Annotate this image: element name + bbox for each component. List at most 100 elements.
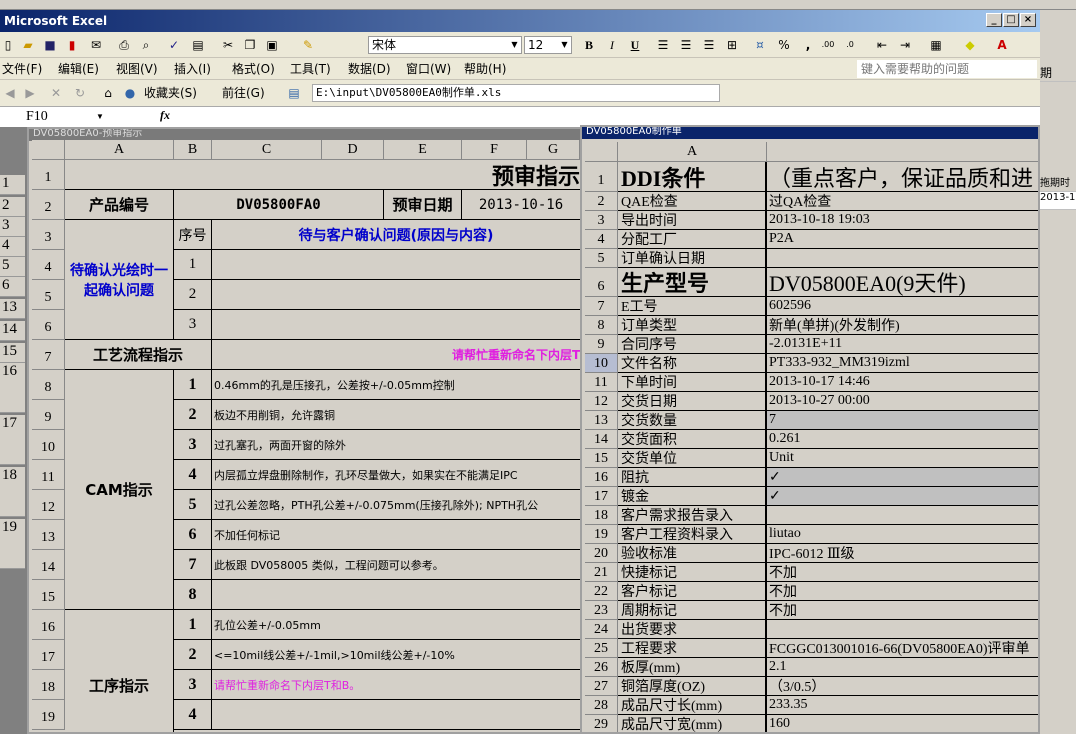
home-icon[interactable]: ⌂ (100, 85, 116, 101)
italic-button[interactable]: I (604, 37, 620, 53)
product-code-label[interactable]: 产品编号 (65, 190, 174, 220)
field-value[interactable] (767, 249, 1038, 268)
field-value[interactable]: 不加 (767, 601, 1038, 620)
field-label[interactable]: 成品尺寸宽(mm) (618, 715, 767, 732)
cam-item-text[interactable]: 此板跟 DV058005 类似，工程问题可以参考。 (212, 550, 580, 580)
cam-item-text[interactable]: 过孔公差忽略，PTH孔公差+/-0.075mm(压接孔除外); NPTH孔公 (212, 490, 580, 520)
field-value[interactable] (767, 620, 1038, 639)
menu-edit[interactable]: 编辑(E) (58, 61, 99, 77)
process-item-text[interactable]: <=10mil线公差+/-1mil,>10mil线公差+/-10% (212, 640, 580, 670)
row-header-11[interactable]: 11 (32, 460, 65, 490)
row-header-23[interactable]: 23 (585, 601, 618, 620)
row-header-7[interactable]: 7 (585, 297, 618, 316)
new-icon[interactable]: ▯ (0, 37, 16, 53)
row-header-3[interactable]: 3 (32, 220, 65, 250)
cam-item-number[interactable]: 3 (174, 430, 212, 460)
column-header-C[interactable]: C (212, 140, 322, 160)
increase-decimal-button[interactable]: .00 (820, 37, 836, 53)
row-header-28[interactable]: 28 (585, 696, 618, 715)
stop-icon[interactable]: ✕ (48, 85, 64, 101)
confirm-group-label[interactable]: 待确认光绘时一起确认问题 (65, 220, 174, 340)
row-header-13[interactable]: 13 (585, 411, 618, 430)
align-right-icon[interactable]: ☰ (701, 37, 717, 53)
field-value[interactable]: 2.1 (767, 658, 1038, 677)
refresh-icon[interactable]: ↻ (72, 85, 88, 101)
increase-indent-icon[interactable]: ⇥ (897, 37, 913, 53)
column-header-B[interactable] (767, 142, 1038, 162)
field-label[interactable]: 分配工厂 (618, 230, 767, 249)
field-label[interactable]: 交货单位 (618, 449, 767, 468)
spelling-icon[interactable]: ✓ (166, 37, 182, 53)
row-header-6[interactable]: 6 (585, 268, 618, 297)
bold-button[interactable]: B (581, 37, 597, 53)
field-value[interactable]: liutao (767, 525, 1038, 544)
field-value[interactable]: （重点客户，保证品质和进 (767, 162, 1038, 192)
cam-item-text[interactable]: 内层孤立焊盘删除制作，孔环尽量做大，如果实在不能满足IPC (212, 460, 580, 490)
field-label[interactable]: 下单时间 (618, 373, 767, 392)
confirm-item-number[interactable]: 2 (174, 280, 212, 310)
field-value[interactable]: 2013-10-27 00:00 (767, 392, 1038, 411)
process-item-text[interactable]: 孔位公差+/-0.05mm (212, 610, 580, 640)
field-value[interactable]: 0.261 (767, 430, 1038, 449)
field-label[interactable]: 客户需求报告录入 (618, 506, 767, 525)
confirm-issues-header[interactable]: 待与客户确认问题(原因与内容) (212, 220, 580, 250)
row-header-19[interactable]: 19 (32, 700, 65, 730)
cam-item-text[interactable] (212, 580, 580, 610)
row-header-12[interactable]: 12 (32, 490, 65, 520)
row-header-4[interactable]: 4 (32, 250, 65, 280)
process-item-text[interactable]: 请帮忙重新命名下内层T和B。 (212, 670, 580, 700)
row-header-11[interactable]: 11 (585, 373, 618, 392)
field-label[interactable]: 周期标记 (618, 601, 767, 620)
close-button[interactable]: × (1020, 13, 1036, 27)
menu-tools[interactable]: 工具(T) (290, 61, 331, 77)
field-label[interactable]: 成品尺寸长(mm) (618, 696, 767, 715)
field-label[interactable]: 文件名称 (618, 354, 767, 373)
confirm-item-number[interactable]: 1 (174, 250, 212, 280)
field-value[interactable]: DV05800EA0(9天件) (767, 268, 1038, 297)
merge-center-icon[interactable]: ⊞ (724, 37, 740, 53)
field-label[interactable]: 板厚(mm) (618, 658, 767, 677)
menu-file[interactable]: 文件(F) (2, 61, 42, 77)
fx-icon[interactable]: fx (160, 108, 170, 123)
percent-button[interactable]: % (776, 37, 792, 53)
column-header-G[interactable]: G (527, 140, 580, 160)
field-label[interactable]: 出货要求 (618, 620, 767, 639)
copy-icon[interactable]: ❐ (242, 37, 258, 53)
row-header-24[interactable]: 24 (585, 620, 618, 639)
help-search-input[interactable]: 键入需要帮助的问题 (857, 60, 1037, 78)
field-value[interactable]: ✓ (767, 487, 1038, 506)
column-header-A[interactable]: A (65, 140, 174, 160)
field-value[interactable]: 602596 (767, 297, 1038, 316)
row-header-21[interactable]: 21 (585, 563, 618, 582)
process-flow-note[interactable]: 请帮忙重新命名下内层T和B。 (212, 340, 580, 370)
row-header-27[interactable]: 27 (585, 677, 618, 696)
row-header-6[interactable]: 6 (32, 310, 65, 340)
field-label[interactable]: 订单类型 (618, 316, 767, 335)
row-header-17[interactable]: 17 (585, 487, 618, 506)
menu-view[interactable]: 视图(V) (116, 61, 158, 77)
cam-item-number[interactable]: 8 (174, 580, 212, 610)
borders-icon[interactable]: ▦ (928, 37, 944, 53)
field-value[interactable]: 2013-10-17 14:46 (767, 373, 1038, 392)
select-all-corner[interactable] (32, 140, 65, 160)
search-web-icon[interactable]: ● (122, 85, 138, 101)
permission-icon[interactable]: ▮ (64, 37, 80, 53)
field-value[interactable]: Unit (767, 449, 1038, 468)
confirm-item-content[interactable] (212, 280, 580, 310)
menu-insert[interactable]: 插入(I) (174, 61, 211, 77)
favorites-menu[interactable]: 收藏夹(S) (144, 85, 197, 101)
currency-icon[interactable]: ¤ (752, 37, 768, 53)
field-label[interactable]: 交货数量 (618, 411, 767, 430)
cam-item-number[interactable]: 2 (174, 400, 212, 430)
row-header-22[interactable]: 22 (585, 582, 618, 601)
column-header-B[interactable]: B (174, 140, 212, 160)
row-header-5[interactable]: 5 (32, 280, 65, 310)
seq-header[interactable]: 序号 (174, 220, 212, 250)
row-header-14[interactable]: 14 (32, 550, 65, 580)
field-value[interactable]: PT333-932_MM319izml (767, 354, 1038, 373)
preaudit-date-value[interactable]: 2013-10-16 (462, 190, 580, 220)
row-header-9[interactable]: 9 (32, 400, 65, 430)
row-header-7[interactable]: 7 (32, 340, 65, 370)
row-header-10[interactable]: 10 (32, 430, 65, 460)
row-header-15[interactable]: 15 (32, 580, 65, 610)
